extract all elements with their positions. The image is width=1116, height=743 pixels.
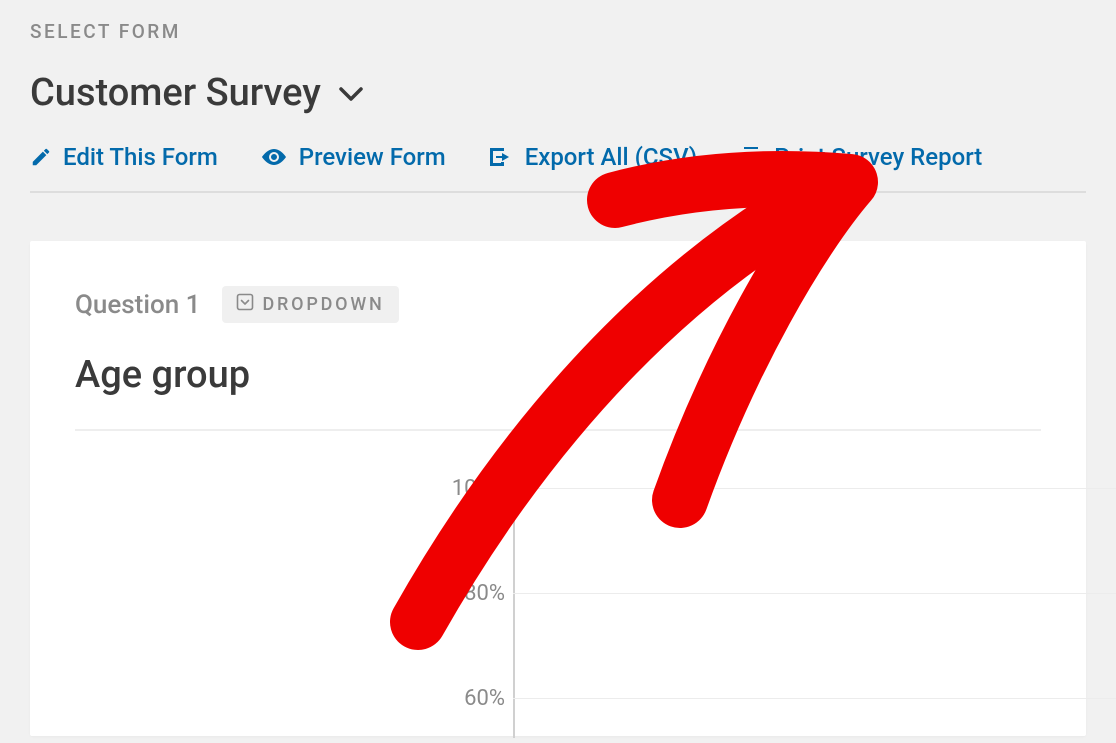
field-type-badge: DROPDOWN — [222, 286, 398, 323]
y-tick-label: 100% — [452, 476, 505, 501]
question-title: Age group — [75, 353, 1041, 431]
print-report-button[interactable]: Print Survey Report — [739, 143, 982, 171]
form-title: Customer Survey — [30, 71, 321, 115]
preview-form-button[interactable]: Preview Form — [260, 143, 446, 171]
print-icon — [739, 145, 763, 169]
chart-area: 100% 80% 60% — [75, 476, 1041, 736]
y-tick-label: 80% — [464, 581, 505, 606]
form-selector[interactable]: Customer Survey — [30, 71, 1086, 115]
y-axis: 100% 80% 60% — [75, 476, 505, 736]
grid-line — [513, 593, 1116, 594]
export-csv-label: Export All (CSV) — [525, 143, 698, 171]
preview-form-label: Preview Form — [299, 143, 446, 171]
field-type-label: DROPDOWN — [262, 294, 384, 315]
edit-form-button[interactable]: Edit This Form — [30, 143, 218, 171]
dropdown-icon — [236, 293, 254, 316]
print-report-label: Print Survey Report — [774, 143, 982, 171]
y-axis-line — [513, 488, 515, 738]
export-icon — [488, 146, 514, 168]
question-card: Question 1 DROPDOWN Age group 100% — [30, 241, 1086, 736]
grid-line — [513, 488, 1116, 489]
pencil-icon — [30, 146, 52, 168]
chevron-down-icon — [339, 85, 363, 107]
y-tick-label: 60% — [464, 686, 505, 711]
grid-line — [513, 698, 1116, 699]
eye-icon — [260, 146, 288, 168]
question-number: Question 1 — [75, 290, 200, 320]
export-csv-button[interactable]: Export All (CSV) — [488, 143, 698, 171]
select-form-label: SELECT FORM — [30, 20, 1086, 43]
action-row: Edit This Form Preview Form Export All (… — [30, 143, 1086, 193]
edit-form-label: Edit This Form — [63, 143, 218, 171]
